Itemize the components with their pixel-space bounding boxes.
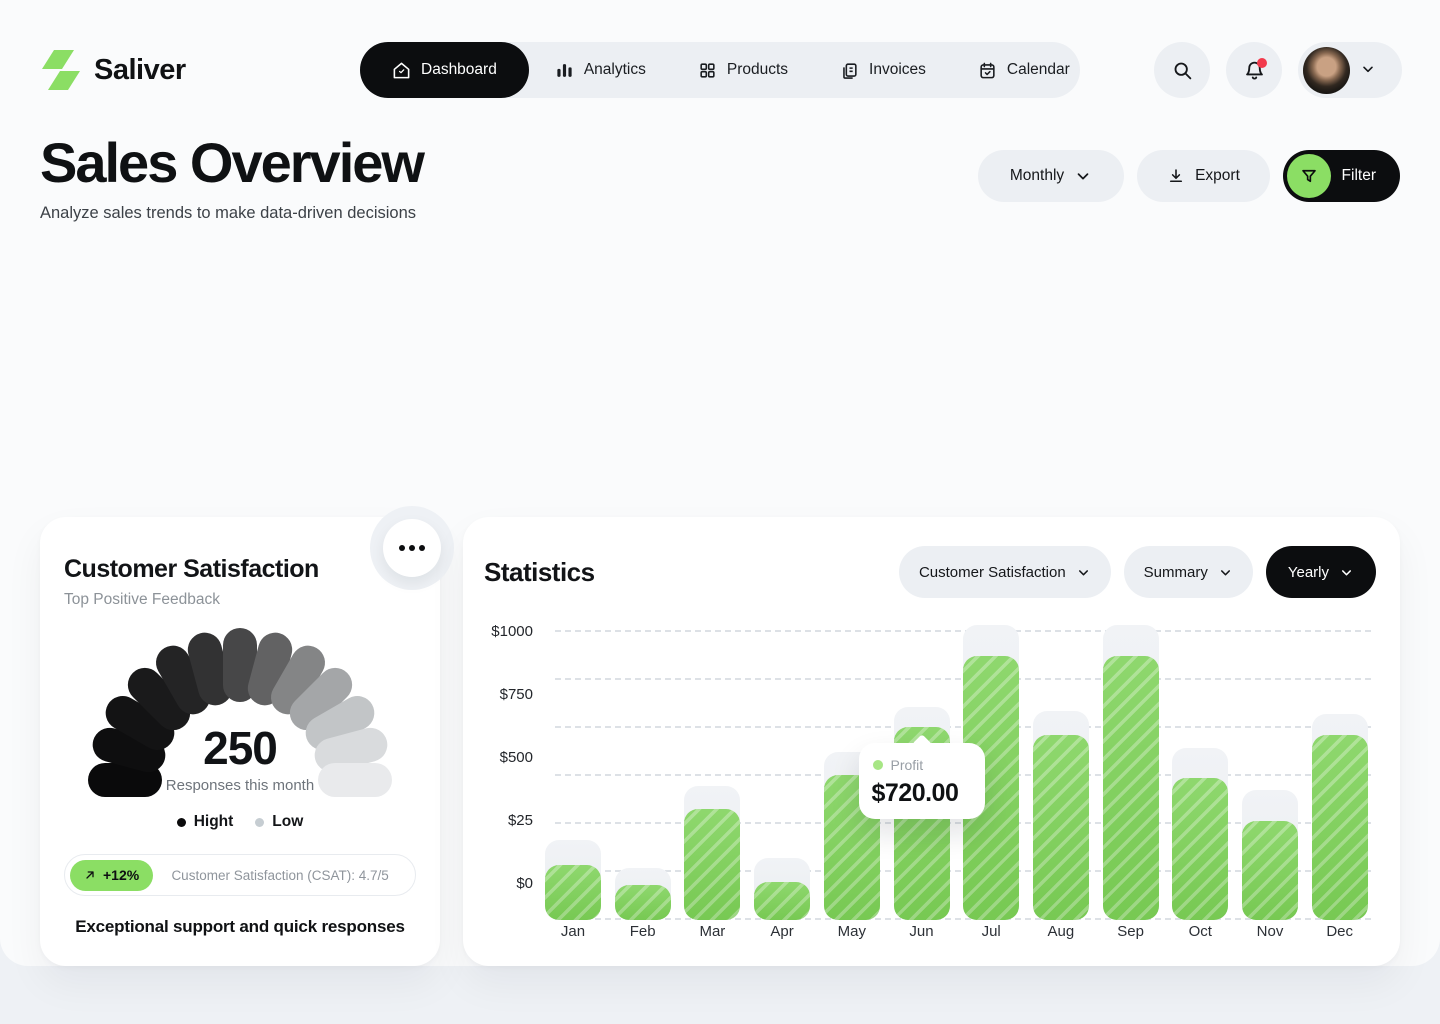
brand: Saliver [40, 50, 186, 90]
tooltip-series-dot [873, 760, 883, 770]
x-axis-label: Oct [1165, 923, 1235, 940]
x-axis-label: May [817, 923, 887, 940]
bar-sep[interactable] [1103, 656, 1159, 920]
x-axis-label: Sep [1096, 923, 1166, 940]
x-axis-label: Jul [956, 923, 1026, 940]
filter-label: Filter [1342, 167, 1376, 185]
nav-label: Calendar [1007, 61, 1070, 79]
main-nav: Dashboard Analytics Products Invoices Ca… [360, 42, 1080, 98]
legend-item-low: Low [255, 813, 303, 831]
gauge-legend: Hight Low [40, 813, 440, 831]
saliver-logo-icon [40, 50, 82, 90]
nav-item-analytics[interactable]: Analytics [529, 42, 672, 98]
filter-icon-circle [1287, 154, 1331, 198]
delta-pill: +12% [70, 860, 153, 891]
nav-label: Analytics [584, 61, 646, 79]
filter-button[interactable]: Filter [1283, 150, 1400, 202]
bar-aug[interactable] [1033, 735, 1089, 920]
more-options-button[interactable] [383, 519, 441, 577]
arrow-up-right-icon [84, 869, 96, 881]
notifications-button[interactable] [1226, 42, 1282, 98]
gauge-value: 250 [85, 721, 395, 775]
brand-name: Saliver [94, 54, 186, 87]
period-label: Monthly [1010, 167, 1064, 185]
page-subtitle: Analyze sales trends to make data-driven… [40, 204, 416, 223]
bar-chart-icon [555, 61, 574, 80]
search-icon [1172, 60, 1193, 81]
bar-apr[interactable] [754, 882, 810, 920]
chevron-down-icon [1360, 61, 1376, 77]
bar-nov[interactable] [1242, 821, 1298, 920]
x-axis-label: Mar [677, 923, 747, 940]
legend-label: Low [272, 813, 303, 831]
x-axis-label: Aug [1026, 923, 1096, 940]
bar-feb[interactable] [615, 885, 671, 920]
bar-mar[interactable] [684, 809, 740, 920]
funnel-icon [1300, 167, 1318, 185]
nav-item-products[interactable]: Products [672, 42, 814, 98]
delta-value: +12% [103, 867, 139, 883]
chevron-down-icon [1074, 167, 1092, 185]
page-title: Sales Overview [40, 130, 423, 195]
nav-label: Dashboard [421, 61, 497, 79]
y-axis-tick: $1000 [463, 622, 533, 642]
x-axis-label: Feb [608, 923, 678, 940]
statistics-card: Statistics Customer Satisfaction Summary… [463, 517, 1400, 966]
bar-dec[interactable] [1312, 735, 1368, 920]
nav-item-calendar[interactable]: Calendar [952, 42, 1096, 98]
export-label: Export [1195, 167, 1240, 185]
bar-jan[interactable] [545, 865, 601, 920]
nav-item-invoices[interactable]: Invoices [814, 42, 952, 98]
legend-dot-high [177, 818, 186, 827]
satisfaction-subtitle: Top Positive Feedback [64, 591, 220, 609]
profile-menu[interactable] [1298, 42, 1402, 98]
satisfaction-title: Customer Satisfaction [64, 555, 319, 584]
period-dropdown[interactable]: Monthly [978, 150, 1124, 202]
chart-tooltip: Profit $720.00 [859, 743, 985, 819]
ellipsis-icon [399, 545, 405, 551]
legend-label: Hight [194, 813, 234, 831]
nav-label: Products [727, 61, 788, 79]
chart-gridline [555, 630, 1371, 632]
notification-badge-dot [1257, 58, 1267, 68]
customer-satisfaction-card: Customer Satisfaction Top Positive Feedb… [40, 517, 440, 966]
y-axis-tick: $0 [463, 874, 533, 894]
download-icon [1167, 167, 1185, 185]
legend-item-high: Hight [177, 813, 234, 831]
gauge-caption: Responses this month [85, 777, 395, 794]
nav-label: Invoices [869, 61, 926, 79]
tooltip-series-label: Profit [891, 757, 924, 773]
x-axis-label: Nov [1235, 923, 1305, 940]
search-button[interactable] [1154, 42, 1210, 98]
user-avatar [1303, 47, 1350, 94]
y-axis-tick: $500 [463, 748, 533, 768]
csat-score-text: Customer Satisfaction (CSAT): 4.7/5 [153, 868, 415, 883]
csat-badge: +12% Customer Satisfaction (CSAT): 4.7/5 [64, 854, 416, 896]
legend-dot-low [255, 818, 264, 827]
y-axis-tick: $750 [463, 685, 533, 705]
grid-icon [698, 61, 717, 80]
x-axis-label: Jan [538, 923, 608, 940]
sales-dashboard-page: Saliver Dashboard Analytics Products Inv… [0, 0, 1440, 1024]
profit-bar-chart: $1000 $750 $500 $25 $0 JanFebMarAprMayJunJulA… [463, 517, 1400, 966]
export-button[interactable]: Export [1137, 150, 1270, 202]
home-icon [392, 61, 411, 80]
calendar-icon [978, 61, 997, 80]
y-axis-tick: $25 [463, 811, 533, 831]
tooltip-value: $720.00 [859, 773, 985, 808]
satisfaction-gauge: 250 Responses this month [85, 625, 395, 803]
bar-oct[interactable] [1172, 778, 1228, 920]
x-axis-label: Jun [887, 923, 957, 940]
satisfaction-footer-text: Exceptional support and quick responses [40, 917, 440, 937]
x-axis-label: Apr [747, 923, 817, 940]
nav-item-dashboard[interactable]: Dashboard [360, 42, 529, 98]
invoice-icon [840, 61, 859, 80]
x-axis-label: Dec [1305, 923, 1375, 940]
